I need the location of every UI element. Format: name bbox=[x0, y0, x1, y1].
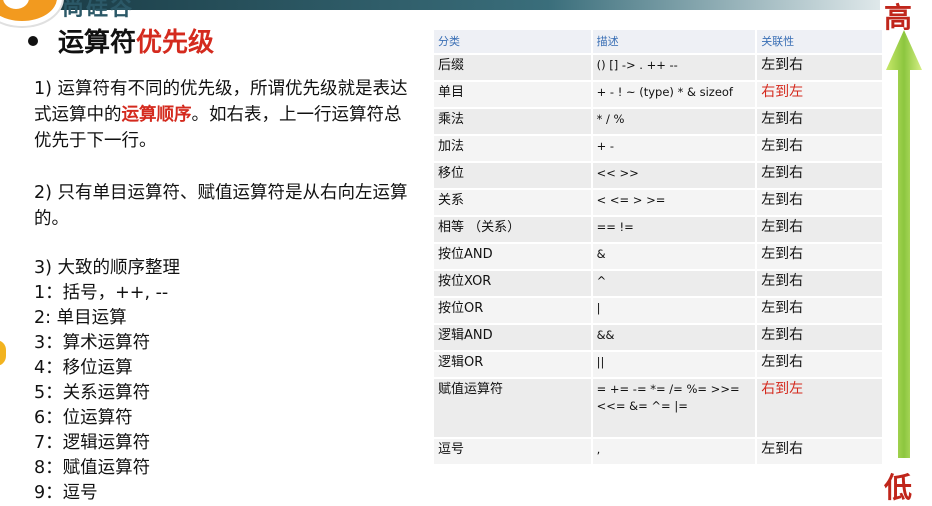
top-banner bbox=[50, 0, 880, 10]
title-highlight: 优先级 bbox=[136, 28, 215, 58]
precedence-table: 分类 描述 关联性 后缀() [] -> . ++ -- 左到右 单目 + - ! ~… bbox=[434, 30, 884, 466]
header-assoc: 关联性 bbox=[756, 30, 884, 55]
list-item: 9：逗号 bbox=[34, 483, 98, 503]
table-row: 相等 （关系） == != 左到右 bbox=[434, 216, 884, 244]
cell-desc: () [] -> . ++ -- bbox=[591, 54, 758, 82]
cell-category: 移位 bbox=[434, 162, 593, 190]
cell-category: 乘法 bbox=[434, 108, 593, 136]
list-item: 5：关系运算符 bbox=[34, 383, 151, 403]
cell-category: 按位AND bbox=[434, 243, 593, 271]
cell-desc: == != bbox=[591, 216, 758, 244]
cell-desc: * / % bbox=[591, 108, 758, 136]
table-header-row: 分类 描述 关联性 bbox=[434, 30, 884, 55]
list-item: 3：算术运算符 bbox=[34, 333, 151, 353]
cell-desc: ^ bbox=[591, 270, 758, 298]
paragraph-1: 1) 运算符有不同的优先级，所谓优先级就是表达式运算中的运算顺序。如右表，上一行… bbox=[34, 76, 416, 154]
table-row: 后缀() [] -> . ++ -- 左到右 bbox=[434, 54, 884, 82]
order-list: 1：括号，++, -- 2: 单目运算 3：算术运算符 4：移位运算 5：关系运… bbox=[34, 281, 168, 506]
cell-category: 按位OR bbox=[434, 297, 593, 325]
cell-desc: << >> bbox=[591, 162, 758, 190]
cell-desc: < <= > >= bbox=[591, 189, 758, 217]
header-desc: 描述 bbox=[591, 30, 758, 55]
paragraph-2: 2) 只有单目运算符、赋值运算符是从右向左运算的。 bbox=[34, 183, 408, 229]
cell-assoc: 左到右 bbox=[756, 324, 884, 352]
cell-assoc: 右到左 bbox=[756, 81, 884, 109]
cell-assoc: 左到右 bbox=[756, 135, 884, 163]
cell-category: 关系 bbox=[434, 189, 593, 217]
cell-desc: && bbox=[591, 324, 758, 352]
cell-category: 按位XOR bbox=[434, 270, 593, 298]
cell-assoc: 左到右 bbox=[756, 351, 884, 379]
slide-title: 运算符 优先级 bbox=[28, 22, 214, 59]
cell-assoc: 左到右 bbox=[756, 54, 884, 82]
cell-assoc: 左到右 bbox=[756, 438, 884, 466]
cell-category: 逻辑AND bbox=[434, 324, 593, 352]
table-row: 逻辑OR || 左到右 bbox=[434, 351, 884, 379]
cell-category: 单目 bbox=[434, 81, 593, 109]
table-row: 逻辑AND && 左到右 bbox=[434, 324, 884, 352]
p1-highlight: 运算顺序 bbox=[121, 105, 192, 125]
cell-desc: + - ! ~ (type) * & sizeof bbox=[591, 81, 758, 109]
table-row: 逗号, 左到右 bbox=[434, 438, 884, 466]
cell-category: 逻辑OR bbox=[434, 351, 593, 379]
table-row: 赋值运算符 = += -= *= /= %= >>= <<= &= ^= |= 右到… bbox=[434, 378, 884, 439]
table-row: 单目 + - ! ~ (type) * & sizeof 右到左 bbox=[434, 81, 884, 109]
cell-assoc: 左到右 bbox=[756, 189, 884, 217]
cell-assoc: 左到右 bbox=[756, 216, 884, 244]
list-item: 1：括号，++, -- bbox=[34, 283, 169, 303]
cell-assoc: 左到右 bbox=[756, 297, 884, 325]
cell-desc: & bbox=[591, 243, 758, 271]
cell-assoc: 左到右 bbox=[756, 270, 884, 298]
cell-assoc: 左到右 bbox=[756, 108, 884, 136]
cell-category: 赋值运算符 bbox=[434, 378, 593, 439]
cell-category: 加法 bbox=[434, 135, 593, 163]
list-item: 2: 单目运算 bbox=[34, 308, 127, 328]
priority-arrow-icon bbox=[886, 30, 922, 458]
cell-category: 逗号 bbox=[434, 438, 593, 466]
low-label: 低 bbox=[884, 471, 913, 504]
cell-category: 后缀 bbox=[434, 54, 593, 82]
table-row: 乘法 * / % 左到右 bbox=[434, 108, 884, 136]
cell-desc: | bbox=[591, 297, 758, 325]
table-row: 按位AND & 左到右 bbox=[434, 243, 884, 271]
list-item: 8：赋值运算符 bbox=[34, 458, 151, 478]
table-row: 按位OR | 左到右 bbox=[434, 297, 884, 325]
cell-assoc: 左到右 bbox=[756, 243, 884, 271]
table-row: 按位XOR ^ 左到右 bbox=[434, 270, 884, 298]
table-row: 关系 < <= > >= 左到右 bbox=[434, 189, 884, 217]
cell-assoc: 左到右 bbox=[756, 162, 884, 190]
list-item: 7：逻辑运算符 bbox=[34, 433, 151, 453]
cell-category: 相等 （关系） bbox=[434, 216, 593, 244]
cell-desc: , bbox=[591, 438, 758, 466]
cell-desc: = += -= *= /= %= >>= <<= &= ^= |= bbox=[591, 378, 758, 439]
list-item: 4：移位运算 bbox=[34, 358, 133, 378]
header-category: 分类 bbox=[434, 30, 593, 55]
cell-desc: || bbox=[591, 351, 758, 379]
table-row: 移位 << >> 左到右 bbox=[434, 162, 884, 190]
paragraph-3: 3) 大致的顺序整理 bbox=[34, 258, 181, 278]
list-item: 6：位运算符 bbox=[34, 408, 133, 428]
title-main: 运算符 bbox=[58, 28, 137, 58]
table-row: 加法 + - 左到右 bbox=[434, 135, 884, 163]
cell-assoc: 右到左 bbox=[756, 378, 884, 439]
bullet-icon bbox=[28, 35, 38, 46]
cell-desc: + - bbox=[591, 135, 758, 163]
side-decoration bbox=[0, 340, 6, 366]
brand-text: 尚硅谷 bbox=[62, 0, 135, 21]
